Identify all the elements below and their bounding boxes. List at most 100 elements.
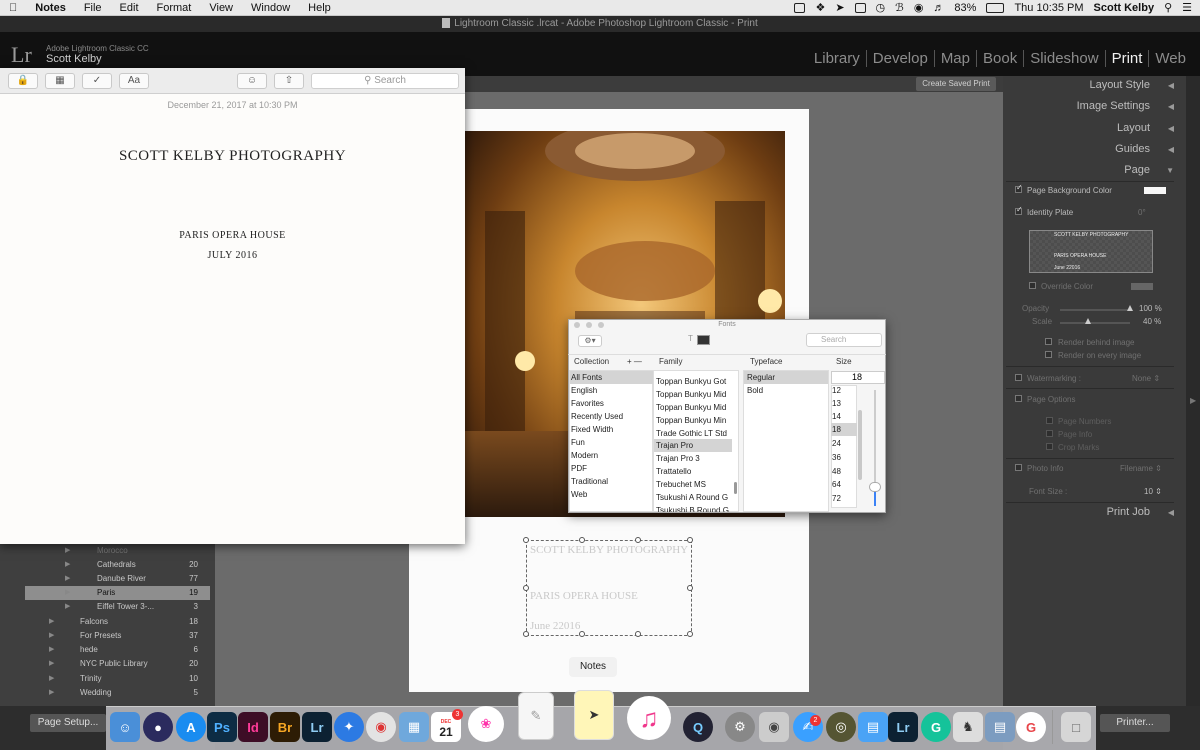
opacity-slider[interactable] [1060,309,1130,311]
photoshop-icon[interactable]: Ps [207,712,237,742]
size-item-selected[interactable]: 18 [831,423,857,436]
collection-row[interactable]: ▶ Trinity 10 [25,672,210,686]
page-numbers-checkbox[interactable] [1046,417,1053,424]
scale-value[interactable]: 40 % [1143,317,1161,326]
safari-icon[interactable]: ✦ [334,712,364,742]
grammarly-icon[interactable]: G [921,712,951,742]
photo-info-select[interactable]: Filename ⇕ [1120,464,1162,473]
watermark-select[interactable]: None ⇕ [1132,374,1160,383]
zoom-icon[interactable] [598,322,604,328]
family-item[interactable]: Toppan Bunkyu Got [656,375,732,388]
fonts-search-input[interactable]: Search [806,333,882,347]
resize-handle[interactable] [687,585,693,591]
size-item[interactable]: 64 [832,478,856,491]
collection-item[interactable]: Fun [571,436,651,449]
menu-app-name[interactable]: Notes [26,2,75,14]
resize-handle[interactable] [579,631,585,637]
add-collection-icon[interactable]: + — [627,357,642,366]
collapse-icon[interactable]: ◀ [1168,508,1174,517]
format-button[interactable]: Aa [119,73,149,89]
collapse-icon[interactable]: ◀ [1168,81,1174,90]
module-slideshow[interactable]: Slideshow [1023,50,1104,67]
family-item[interactable]: Tsukushi A Round G [656,491,732,504]
size-item[interactable]: 72 [832,492,856,505]
note-line-3[interactable]: JULY 2016 [0,250,465,261]
status-app-icon[interactable] [794,2,806,13]
panel-guides[interactable]: Guides [1115,143,1150,155]
module-print[interactable]: Print [1104,50,1149,67]
collection-item[interactable]: English [571,384,651,397]
user-name[interactable]: Scott Kelby [1094,2,1155,14]
scale-slider[interactable] [1060,322,1130,324]
lightroom-classic-icon[interactable]: Lr [888,712,918,742]
override-color-swatch[interactable] [1131,283,1153,290]
size-item[interactable]: 13 [832,397,856,410]
module-develop[interactable]: Develop [865,50,934,67]
menu-help[interactable]: Help [299,2,340,14]
collection-item[interactable]: Recently Used [571,410,651,423]
preview-icon[interactable]: ▦ [399,712,429,742]
screen-icon[interactable] [854,2,866,13]
module-library[interactable]: Library [808,50,866,67]
collection-item[interactable]: Web [571,488,651,501]
system-preferences-icon[interactable]: ⚙ [725,712,755,742]
table-button[interactable]: ▦ [45,73,75,89]
panel-layout[interactable]: Layout [1117,122,1150,134]
page-bg-color-swatch[interactable] [1144,187,1166,194]
page-bg-checkbox[interactable] [1015,183,1023,193]
resize-handle[interactable] [523,537,529,543]
collection-row[interactable]: ▶ For Presets 37 [25,629,210,643]
menu-edit[interactable]: Edit [111,2,148,14]
expand-icon[interactable]: ▼ [1166,166,1174,175]
add-people-button[interactable]: ☺ [237,73,267,89]
family-item[interactable]: Trajan Pro 3 [656,452,732,465]
family-item[interactable]: Trattatello [656,465,732,478]
lock-button[interactable]: 🔒 [8,73,38,89]
battery-icon[interactable] [986,2,1005,13]
family-scrollbar[interactable] [734,482,737,494]
resize-handle[interactable] [687,631,693,637]
opacity-value[interactable]: 100 % [1139,304,1162,313]
chess-icon[interactable]: ♞ [953,712,983,742]
collection-item[interactable]: PDF [571,462,651,475]
quicktime-icon[interactable]: Q [683,712,713,742]
panel-page[interactable]: Page [1124,164,1150,176]
size-item[interactable]: 24 [832,437,856,450]
resize-handle[interactable] [523,631,529,637]
panel-toggle-icon[interactable]: ▶ [1190,396,1196,405]
dropbox-icon[interactable]: ❖ [815,1,825,14]
app-store-icon[interactable]: A [176,712,206,742]
resize-handle[interactable] [579,537,585,543]
menu-window[interactable]: Window [242,2,299,14]
collection-row-selected[interactable]: ▶ Paris 19 [25,586,210,600]
chrome-icon[interactable]: ◉ [366,712,396,742]
menu-view[interactable]: View [200,2,242,14]
script-icon[interactable]: ▤ [985,712,1015,742]
share-button[interactable]: ⇧ [274,73,304,89]
render-behind-checkbox[interactable] [1045,338,1052,345]
collection-item[interactable]: Favorites [571,397,651,410]
globe-icon[interactable]: ◎ [826,712,856,742]
collection-row[interactable]: ▶ Eiffel Tower 3-... 3 [25,600,210,614]
opacity-knob[interactable] [1127,305,1133,311]
family-item-selected[interactable]: Trajan Pro [654,439,732,452]
menu-file[interactable]: File [75,2,111,14]
bluetooth-icon[interactable]: ℬ [895,1,904,14]
collection-row[interactable]: ▶ Danube River 77 [25,572,210,586]
trash-icon[interactable]: □ [1061,712,1091,742]
collapse-icon[interactable]: ◀ [1168,102,1174,111]
override-color-checkbox[interactable] [1029,282,1036,289]
battery-percent[interactable]: 83% [954,2,976,14]
resize-handle[interactable] [687,537,693,543]
family-item[interactable]: Toppan Bunkyu Min [656,414,732,427]
page-info-checkbox[interactable] [1046,430,1053,437]
checklist-button[interactable]: ✓ [82,73,112,89]
family-item[interactable]: Toppan Bunkyu Mid [656,401,732,414]
size-input[interactable]: 18 [831,371,885,384]
collection-row[interactable]: ▶ hede 6 [25,643,210,657]
bridge-icon[interactable]: Br [270,712,300,742]
google-icon[interactable]: G [1016,712,1046,742]
volume-icon[interactable]: ♬ [933,2,944,14]
size-item[interactable]: 48 [832,465,856,478]
collapse-icon[interactable]: ◀ [1168,124,1174,133]
